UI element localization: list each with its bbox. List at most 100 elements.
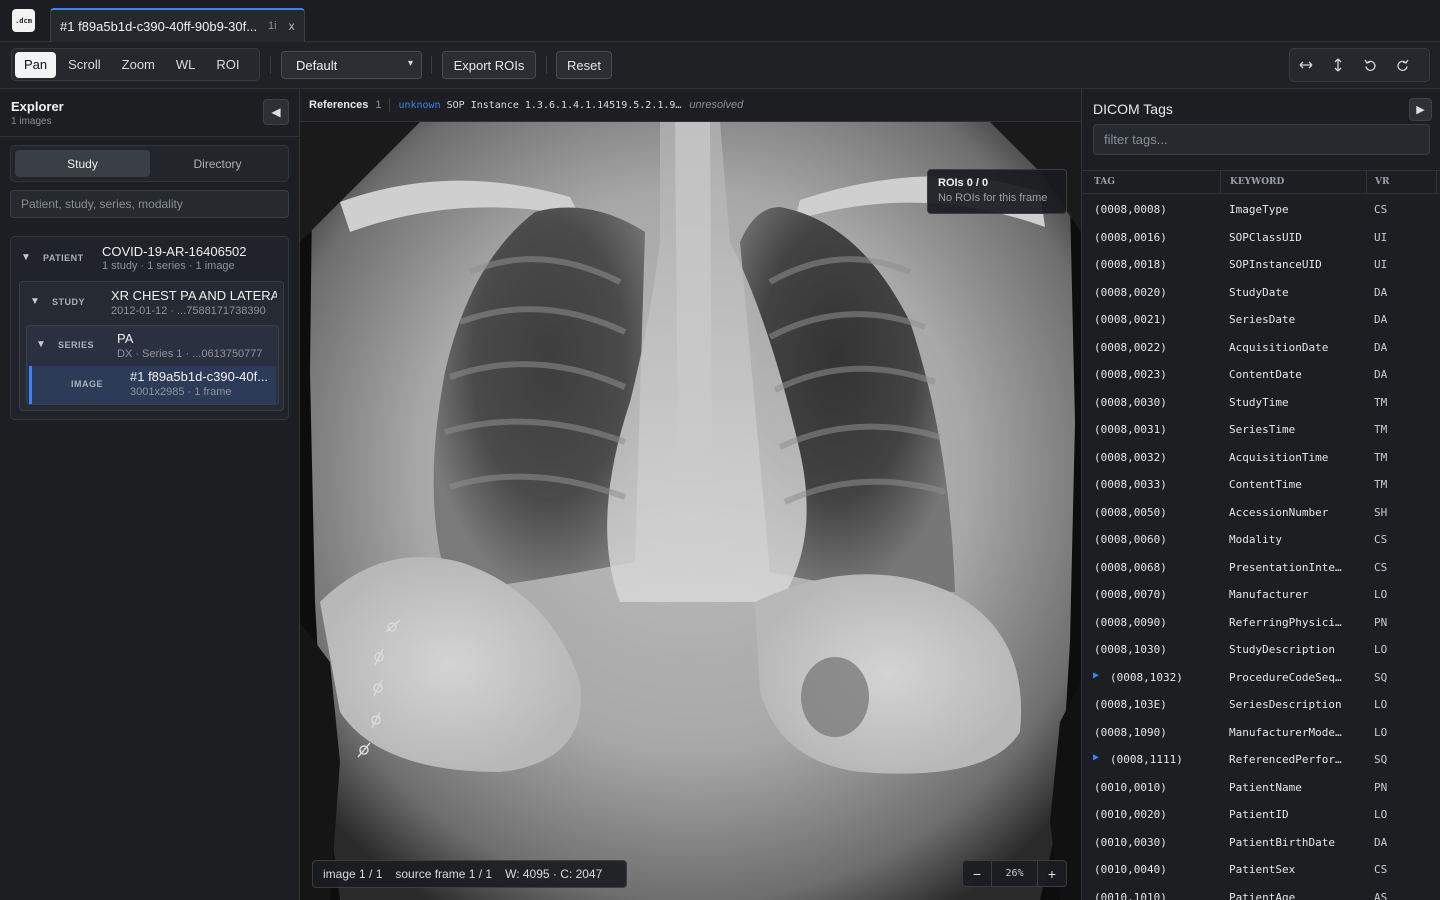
table-row[interactable]: (0008,1090) ManufacturerMode… LO (1082, 718, 1440, 746)
table-row[interactable]: (0008,0031) SeriesTime TM (1082, 415, 1440, 443)
keyword-cell: PatientID (1229, 808, 1289, 821)
tag-cell: (0008,0068) (1094, 560, 1167, 574)
roi-empty-message: No ROIs for this frame (938, 192, 1048, 204)
tag-cell: (0008,103E) (1094, 698, 1167, 711)
roi-summary-panel: ROIs 0 / 0 No ROIs for this frame (927, 169, 1067, 214)
keyword-cell: SeriesDescription (1229, 698, 1342, 711)
column-header-tag[interactable]: TAG (1094, 177, 1115, 187)
expand-triangle-icon[interactable]: ▼ (36, 339, 46, 350)
tag-cell: (0008,0060) (1094, 533, 1167, 546)
window-preset-select[interactable]: Default ▾ (281, 51, 422, 79)
table-row[interactable]: (0008,0021) SeriesDate DA (1082, 305, 1440, 333)
table-row[interactable]: (0008,0018) SOPInstanceUID UI (1082, 250, 1440, 278)
tab-study[interactable]: Study (15, 150, 150, 177)
table-row[interactable]: (0008,0068) PresentationInte… CS (1082, 553, 1440, 581)
tag-cell: (0010,1010) (1094, 890, 1167, 900)
flip-vertical-icon[interactable] (1322, 50, 1354, 80)
zoom-in-button[interactable]: + (1038, 861, 1066, 886)
chevron-down-icon: ▾ (407, 58, 413, 69)
toolbar-divider (546, 56, 547, 74)
table-row[interactable]: (0008,0020) StudyDate DA (1082, 278, 1440, 306)
tree-node-study[interactable]: ▼ STUDY XR CHEST PA AND LATERAL 2012-01-… (19, 281, 284, 411)
image-index: image 1 / 1 (323, 867, 383, 881)
flip-horizontal-icon[interactable] (1290, 50, 1322, 80)
column-divider[interactable] (1220, 171, 1221, 194)
column-header-keyword[interactable]: KEYWORD (1230, 177, 1284, 187)
table-row[interactable]: (0008,0016) SOPClassUID UI (1082, 223, 1440, 251)
table-row[interactable]: (0008,0030) StudyTime TM (1082, 388, 1440, 416)
keyword-cell: ManufacturerMode… (1229, 725, 1342, 739)
zoom-out-button[interactable]: − (963, 861, 991, 886)
tag-cell: (0010,0030) (1094, 835, 1167, 849)
tag-cell: (0008,0030) (1094, 395, 1167, 409)
rotate-right-icon[interactable] (1386, 50, 1418, 80)
tag-cell: (0008,1090) (1094, 725, 1167, 739)
table-row[interactable]: (0008,0023) ContentDate DA (1082, 360, 1440, 388)
table-row[interactable]: (0008,0008) ImageType CS (1082, 195, 1440, 223)
table-row[interactable]: (0010,0010) PatientName PN (1082, 773, 1440, 801)
keyword-cell: PatientSex (1229, 863, 1296, 876)
table-row[interactable]: (0008,0032) AcquisitionTime TM (1082, 443, 1440, 471)
tag-cell: (0008,0016) (1094, 230, 1167, 244)
tag-cell: (0008,0032) (1094, 450, 1167, 464)
keyword-cell: ContentTime (1229, 478, 1302, 491)
xray-canvas[interactable]: ROIs 0 / 0 No ROIs for this frame (300, 122, 1081, 900)
column-divider[interactable] (1366, 171, 1367, 194)
table-row[interactable]: ▶ (0008,1111) ReferencedPerfor… SQ (1082, 745, 1440, 773)
table-row[interactable]: (0010,0020) PatientID LO (1082, 800, 1440, 828)
table-row[interactable]: (0010,0040) PatientSex CS (1082, 855, 1440, 883)
vr-cell: AS (1374, 890, 1388, 900)
explorer-search-input[interactable] (10, 190, 289, 218)
table-row[interactable]: (0008,0022) AcquisitionDate DA (1082, 333, 1440, 361)
expand-triangle-icon[interactable]: ▼ (21, 252, 31, 263)
tags-filter-input[interactable] (1093, 124, 1430, 155)
toolbar: Pan Scroll Zoom WL ROI Default ▾ Export … (0, 42, 1440, 89)
collapse-explorer-button[interactable]: ◀ (263, 99, 289, 125)
vr-cell: TM (1374, 423, 1388, 436)
patient-meta: 1 study · 1 series · 1 image (102, 260, 235, 272)
table-row[interactable]: (0008,0070) Manufacturer LO (1082, 580, 1440, 608)
column-divider[interactable] (1436, 171, 1437, 194)
tag-cell: (0008,0018) (1094, 258, 1167, 271)
tree-node-image[interactable]: IMAGE #1 f89a5b1d-c390-40f... 3001x2985 … (29, 366, 276, 404)
node-kind-label: IMAGE (71, 379, 104, 389)
toolbar-divider (431, 56, 432, 74)
table-row[interactable]: (0008,0033) ContentTime TM (1082, 470, 1440, 498)
tool-zoom-button[interactable]: Zoom (113, 52, 164, 78)
table-row[interactable]: (0008,0090) ReferringPhysici… PN (1082, 608, 1440, 636)
tab-bar: .dcm #1 f89a5b1d-c390-40ff-90b9-30f... 1… (0, 0, 1440, 42)
tool-scroll-button[interactable]: Scroll (59, 52, 110, 78)
table-row[interactable]: (0010,0030) PatientBirthDate DA (1082, 828, 1440, 856)
tool-roi-button[interactable]: ROI (207, 52, 248, 78)
expand-sequence-icon[interactable]: ▶ (1093, 670, 1099, 681)
table-row[interactable]: ▶ (0008,1032) ProcedureCodeSeq… SQ (1082, 663, 1440, 691)
table-row[interactable]: (0008,103E) SeriesDescription LO (1082, 690, 1440, 718)
tag-cell: (0010,0040) (1094, 863, 1167, 876)
table-row[interactable]: (0010,1010) PatientAge AS (1082, 883, 1440, 900)
vr-cell: PN (1374, 780, 1388, 794)
keyword-cell: Manufacturer (1229, 588, 1309, 601)
rotate-left-icon[interactable] (1354, 50, 1386, 80)
study-description: XR CHEST PA AND LATERAL (111, 288, 277, 303)
tab-image-1[interactable]: #1 f89a5b1d-c390-40ff-90b9-30f... 1i x (50, 8, 305, 42)
collapse-tags-button[interactable]: ▶ (1409, 98, 1432, 121)
keyword-cell: SOPClassUID (1229, 230, 1302, 244)
keyword-cell: PresentationInte… (1229, 560, 1342, 574)
export-rois-button[interactable]: Export ROIs (442, 51, 536, 79)
keyword-cell: StudyDescription (1229, 643, 1335, 656)
reference-type[interactable]: unknown (398, 100, 440, 111)
column-header-vr[interactable]: VR (1375, 177, 1389, 187)
tree-node-series[interactable]: ▼ SERIES PA DX · Series 1 · ...061375077… (26, 325, 279, 405)
tags-table-header: TAG KEYWORD VR (1082, 170, 1440, 194)
tool-pan-button[interactable]: Pan (15, 51, 57, 78)
expand-triangle-icon[interactable]: ▼ (30, 296, 40, 307)
tab-directory[interactable]: Directory (150, 150, 285, 177)
expand-sequence-icon[interactable]: ▶ (1093, 752, 1099, 763)
table-row[interactable]: (0008,0050) AccessionNumber SH (1082, 498, 1440, 526)
reset-button[interactable]: Reset (556, 51, 612, 79)
table-row[interactable]: (0008,0060) Modality CS (1082, 525, 1440, 553)
table-row[interactable]: (0008,1030) StudyDescription LO (1082, 635, 1440, 663)
tool-wl-button[interactable]: WL (167, 52, 205, 78)
explorer-title: Explorer (11, 99, 64, 114)
close-tab-button[interactable]: x (289, 19, 295, 33)
